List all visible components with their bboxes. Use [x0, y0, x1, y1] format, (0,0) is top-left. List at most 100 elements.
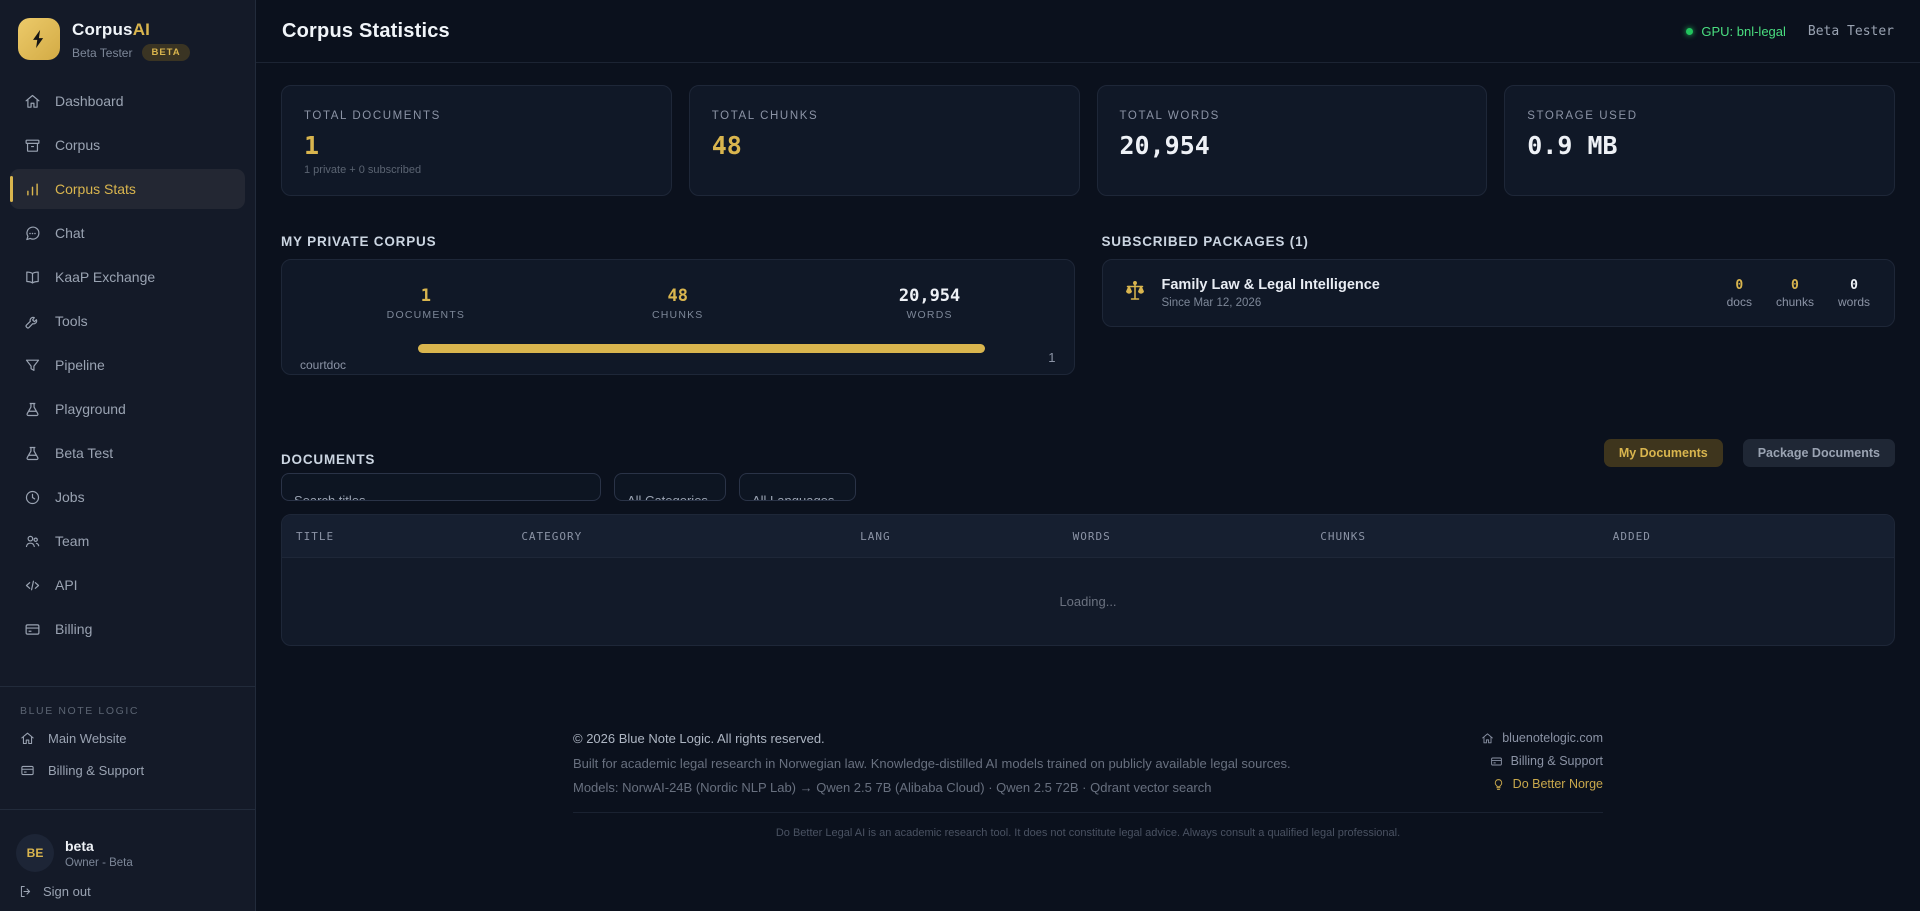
sidebar-item-api[interactable]: API [10, 565, 245, 605]
column-chunks: CHUNKS [1320, 530, 1612, 543]
sidebar-item-jobs[interactable]: Jobs [10, 477, 245, 517]
flask-icon [24, 401, 41, 418]
footer-models: Models: NorwAI-24B (Nordic NLP Lab) → Qw… [573, 780, 1291, 795]
column-category: CATEGORY [521, 530, 860, 543]
home-icon [24, 93, 41, 110]
billing-support-link[interactable]: Billing & Support [20, 763, 235, 778]
brand: CorpusAI Beta Tester BETA [0, 16, 255, 71]
total-documents-sub: 1 private + 0 subscribed [304, 164, 649, 176]
subscribed-packages-section: SUBSCRIBED PACKAGES (1) Family Law & Leg… [1102, 234, 1896, 375]
sidebar-item-playground[interactable]: Playground [10, 389, 245, 429]
org-label: BLUE NOTE LOGIC [20, 705, 235, 717]
language-filter-select[interactable]: All Languages [739, 473, 856, 501]
search-titles-input[interactable]: Search titles... [281, 473, 601, 501]
corpus-bar-row: courtdoc 1 [300, 342, 1056, 372]
corpusai-logo-icon [18, 18, 60, 60]
footer-disclaimer: Do Better Legal AI is an academic resear… [281, 827, 1895, 839]
footer-billing-support-link[interactable]: Billing & Support [1481, 754, 1603, 768]
total-documents-value: 1 [304, 131, 649, 160]
sidebar-item-team[interactable]: Team [10, 521, 245, 561]
lightbulb-icon [1492, 778, 1505, 791]
tab-package-documents[interactable]: Package Documents [1743, 439, 1895, 467]
package-title: Family Law & Legal Intelligence [1162, 277, 1380, 293]
package-since: Since Mar 12, 2026 [1162, 297, 1380, 309]
flask-icon [24, 445, 41, 462]
stat-card-total-chunks: TOTAL CHUNKS 48 [689, 85, 1080, 196]
main-area: Corpus Statistics GPU: bnl-legal Beta Te… [256, 0, 1920, 911]
footer: © 2026 Blue Note Logic. All rights reser… [281, 731, 1895, 839]
main-website-link[interactable]: Main Website [20, 731, 235, 746]
footer-website-link[interactable]: bluenotelogic.com [1481, 731, 1603, 745]
total-chunks-value: 48 [712, 131, 1057, 160]
column-added: ADDED [1613, 530, 1894, 543]
private-chunks-stat: 48 CHUNKS [552, 286, 804, 321]
category-filter-select[interactable]: All Categories [614, 473, 726, 501]
stat-cards: TOTAL DOCUMENTS 1 1 private + 0 subscrib… [281, 85, 1895, 196]
private-corpus-section: MY PRIVATE CORPUS 1 DOCUMENTS 48 CHUNKS [281, 234, 1075, 375]
footer-divider [573, 812, 1603, 813]
sidebar-item-corpus[interactable]: Corpus [10, 125, 245, 165]
user-block: BE beta Owner - Beta [0, 822, 255, 872]
private-documents-stat: 1 DOCUMENTS [300, 286, 552, 321]
bar-fill [418, 344, 985, 353]
tab-my-documents[interactable]: My Documents [1604, 439, 1723, 467]
chat-bubble-icon [24, 225, 41, 242]
stat-card-storage-used: STORAGE USED 0.9 MB [1504, 85, 1895, 196]
sign-out-icon [18, 884, 33, 899]
loading-text: Loading... [1059, 594, 1116, 609]
home-icon [1481, 732, 1494, 745]
sidebar-item-tools[interactable]: Tools [10, 301, 245, 341]
gpu-status-dot [1686, 28, 1693, 35]
bar-value: 1 [1022, 350, 1056, 365]
scales-icon [1123, 279, 1147, 308]
total-words-value: 20,954 [1120, 131, 1465, 160]
sidebar-item-kaap-exchange[interactable]: KaaP Exchange [10, 257, 245, 297]
stat-card-total-words: TOTAL WORDS 20,954 [1097, 85, 1488, 196]
clock-icon [24, 489, 41, 506]
sidebar-item-billing[interactable]: Billing [10, 609, 245, 649]
package-words-stat: 0 words [1838, 278, 1870, 309]
topbar: Corpus Statistics GPU: bnl-legal Beta Te… [256, 0, 1920, 63]
documents-tabs: My Documents Package Documents [1604, 439, 1895, 467]
bar-category-label: courtdoc [300, 358, 418, 372]
subscribed-packages-heading: SUBSCRIBED PACKAGES (1) [1102, 234, 1896, 249]
table-header-row: TITLE CATEGORY LANG WORDS CHUNKS ADDED [282, 515, 1894, 558]
sidebar-item-beta-test[interactable]: Beta Test [10, 433, 245, 473]
sidebar-item-corpus-stats[interactable]: Corpus Stats [10, 169, 245, 209]
storage-used-value: 0.9 MB [1527, 131, 1872, 160]
sidebar-item-pipeline[interactable]: Pipeline [10, 345, 245, 385]
users-icon [24, 533, 41, 550]
sidebar-divider [0, 686, 255, 687]
documents-heading: DOCUMENTS [281, 452, 375, 467]
home-icon [20, 731, 35, 746]
app-root: CorpusAI Beta Tester BETA Dashboard Corp… [0, 0, 1920, 911]
private-corpus-card: 1 DOCUMENTS 48 CHUNKS 20,954 WORDS [281, 259, 1075, 375]
sidebar-item-chat[interactable]: Chat [10, 213, 245, 253]
brand-name: CorpusAI [72, 20, 190, 40]
book-icon [24, 269, 41, 286]
footer-do-better-norge-link[interactable]: Do Better Norge [1481, 777, 1603, 791]
column-words: WORDS [1073, 530, 1321, 543]
footer-copyright: © 2026 Blue Note Logic. All rights reser… [573, 731, 1291, 746]
sidebar-divider [0, 809, 255, 810]
page-title: Corpus Statistics [282, 20, 450, 43]
credit-card-icon [1490, 755, 1503, 768]
stat-card-total-documents: TOTAL DOCUMENTS 1 1 private + 0 subscrib… [281, 85, 672, 196]
package-card[interactable]: Family Law & Legal Intelligence Since Ma… [1102, 259, 1896, 327]
footer-description: Built for academic legal research in Nor… [573, 756, 1291, 771]
sidebar-nav: Dashboard Corpus Corpus Stats Chat KaaP … [0, 81, 255, 653]
gpu-status: GPU: bnl-legal [1686, 24, 1786, 39]
private-corpus-heading: MY PRIVATE CORPUS [281, 234, 1075, 249]
column-lang: LANG [860, 530, 1073, 543]
private-words-stat: 20,954 WORDS [804, 286, 1056, 321]
code-icon [24, 577, 41, 594]
column-title: TITLE [296, 530, 521, 543]
avatar: BE [16, 834, 54, 872]
documents-table: TITLE CATEGORY LANG WORDS CHUNKS ADDED L… [281, 514, 1895, 646]
user-name: beta [65, 838, 133, 854]
documents-filters: Search titles... All Categories All Lang… [281, 473, 1895, 501]
package-chunks-stat: 0 chunks [1776, 278, 1814, 309]
sidebar-item-dashboard[interactable]: Dashboard [10, 81, 245, 121]
user-role: Owner - Beta [65, 857, 133, 869]
sign-out-button[interactable]: Sign out [0, 872, 255, 903]
